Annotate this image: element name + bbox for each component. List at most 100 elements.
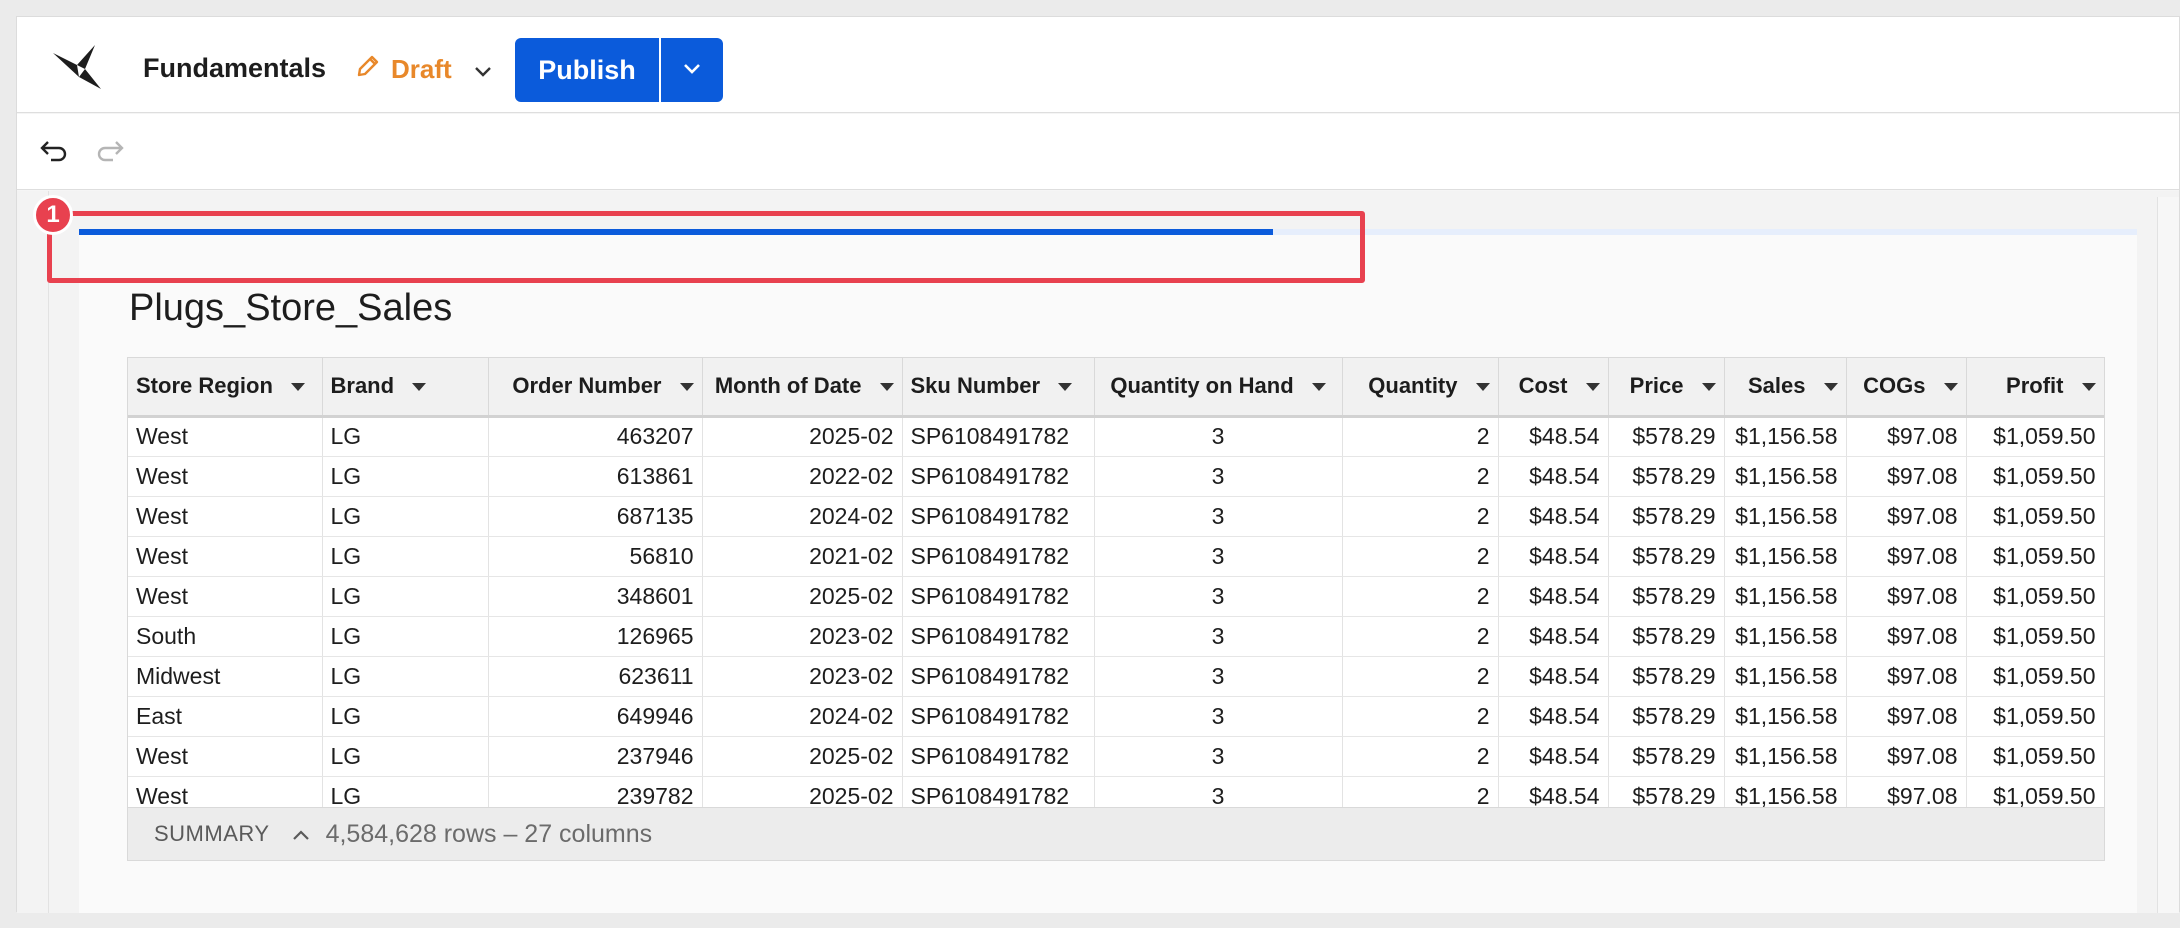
table-cell[interactable]: $1,059.50 <box>1966 416 2104 457</box>
caret-down-icon[interactable] <box>1701 383 1716 392</box>
workbook-title[interactable]: Fundamentals <box>143 53 326 84</box>
table-cell[interactable]: 126965 <box>488 616 703 657</box>
table-cell[interactable]: $1,156.58 <box>1724 736 1847 777</box>
table-cell[interactable]: LG <box>322 656 489 697</box>
table-cell[interactable]: 2 <box>1342 536 1499 577</box>
table-cell[interactable]: $1,156.58 <box>1724 656 1847 697</box>
table-cell[interactable]: LG <box>322 616 489 657</box>
table-cell[interactable]: $578.29 <box>1608 656 1725 697</box>
publish-options-button[interactable] <box>659 38 723 102</box>
table-cell[interactable]: $1,059.50 <box>1966 656 2104 697</box>
draft-status-menu[interactable]: Draft <box>355 53 492 86</box>
table-cell[interactable]: 2025-02 <box>702 416 903 457</box>
column-header[interactable]: Sku Number <box>902 358 1095 418</box>
table-cell[interactable]: LG <box>322 456 489 497</box>
table-cell[interactable]: $97.08 <box>1846 576 1967 617</box>
table-cell[interactable]: Midwest <box>128 656 323 697</box>
table-cell[interactable]: $48.54 <box>1498 616 1609 657</box>
table-cell[interactable]: 3 <box>1094 616 1343 657</box>
table-row[interactable]: West LG 237946 2025-02 SP6108491782 3 2 $48.54 $… <box>128 736 2104 777</box>
table-cell[interactable]: $578.29 <box>1608 696 1725 737</box>
table-cell[interactable]: 3 <box>1094 536 1343 577</box>
table-cell[interactable]: South <box>128 616 323 657</box>
table-cell[interactable]: 3 <box>1094 656 1343 697</box>
table-cell[interactable]: $48.54 <box>1498 416 1609 457</box>
table-cell[interactable]: SP6108491782 <box>902 616 1095 657</box>
column-header[interactable]: Brand <box>322 358 489 418</box>
caret-down-icon[interactable] <box>1943 383 1958 392</box>
table-row[interactable]: Midwest LG 623611 2023-02 SP6108491782 3 2 $48.… <box>128 656 2104 697</box>
publish-button[interactable]: Publish <box>515 38 659 102</box>
table-cell[interactable]: 2 <box>1342 416 1499 457</box>
table-cell[interactable]: $97.08 <box>1846 736 1967 777</box>
table-cell[interactable]: West <box>128 456 323 497</box>
table-cell[interactable]: 2 <box>1342 656 1499 697</box>
table-cell[interactable]: 2022-02 <box>702 456 903 497</box>
table-cell[interactable]: $1,059.50 <box>1966 456 2104 497</box>
table-cell[interactable]: $48.54 <box>1498 736 1609 777</box>
undo-icon[interactable] <box>39 138 69 169</box>
table-cell[interactable]: LG <box>322 416 489 457</box>
column-header[interactable]: Sales <box>1724 358 1847 418</box>
table-cell[interactable]: SP6108491782 <box>902 576 1095 617</box>
table-cell[interactable]: $578.29 <box>1608 616 1725 657</box>
table-cell[interactable]: 2021-02 <box>702 536 903 577</box>
table-cell[interactable]: West <box>128 576 323 617</box>
caret-down-icon[interactable] <box>412 383 427 392</box>
table-cell[interactable]: $1,156.58 <box>1724 576 1847 617</box>
table-cell[interactable]: 3 <box>1094 696 1343 737</box>
table-cell[interactable]: 2025-02 <box>702 736 903 777</box>
table-row[interactable]: West LG 56810 2021-02 SP6108491782 3 2 $48.54 $5… <box>128 536 2104 577</box>
column-header[interactable]: Quantity <box>1342 358 1499 418</box>
table-cell[interactable]: 2 <box>1342 576 1499 617</box>
table-cell[interactable]: LG <box>322 696 489 737</box>
table-cell[interactable]: $97.08 <box>1846 656 1967 697</box>
table-cell[interactable]: $578.29 <box>1608 736 1725 777</box>
table-cell[interactable]: West <box>128 416 323 457</box>
table-cell[interactable]: 2 <box>1342 456 1499 497</box>
table-row[interactable]: West LG 613861 2022-02 SP6108491782 3 2 $48.54 $… <box>128 456 2104 497</box>
table-cell[interactable]: 2 <box>1342 696 1499 737</box>
table-cell[interactable]: $48.54 <box>1498 456 1609 497</box>
vertical-scrollbar[interactable] <box>2157 197 2179 913</box>
table-cell[interactable]: LG <box>322 736 489 777</box>
table-cell[interactable]: 3 <box>1094 736 1343 777</box>
table-cell[interactable]: $97.08 <box>1846 456 1967 497</box>
column-header[interactable]: Price <box>1608 358 1725 418</box>
table-cell[interactable]: SP6108491782 <box>902 496 1095 537</box>
table-cell[interactable]: 2 <box>1342 496 1499 537</box>
table-cell[interactable]: $578.29 <box>1608 496 1725 537</box>
chevron-up-icon[interactable] <box>292 821 310 847</box>
caret-down-icon[interactable] <box>290 383 305 392</box>
table-cell[interactable]: $1,059.50 <box>1966 616 2104 657</box>
table-cell[interactable]: LG <box>322 536 489 577</box>
table-cell[interactable]: 2024-02 <box>702 696 903 737</box>
table-cell[interactable]: SP6108491782 <box>902 536 1095 577</box>
caret-down-icon[interactable] <box>1585 383 1600 392</box>
table-cell[interactable]: East <box>128 696 323 737</box>
table-cell[interactable]: 2 <box>1342 616 1499 657</box>
column-header[interactable]: Quantity on Hand <box>1094 358 1343 418</box>
caret-down-icon[interactable] <box>1311 383 1326 392</box>
column-header[interactable]: Cost <box>1498 358 1609 418</box>
table-cell[interactable]: $1,156.58 <box>1724 496 1847 537</box>
table-cell[interactable]: SP6108491782 <box>902 456 1095 497</box>
table-cell[interactable]: SP6108491782 <box>902 416 1095 457</box>
caret-down-icon[interactable] <box>1058 383 1073 392</box>
table-cell[interactable]: West <box>128 496 323 537</box>
table-cell[interactable]: 463207 <box>488 416 703 457</box>
table-cell[interactable]: West <box>128 736 323 777</box>
caret-down-icon[interactable] <box>1823 383 1838 392</box>
table-cell[interactable]: 2023-02 <box>702 616 903 657</box>
table-cell[interactable]: 687135 <box>488 496 703 537</box>
table-cell[interactable]: $48.54 <box>1498 576 1609 617</box>
table-title[interactable]: Plugs_Store_Sales <box>129 287 452 330</box>
table-cell[interactable]: $97.08 <box>1846 536 1967 577</box>
table-cell[interactable]: $48.54 <box>1498 496 1609 537</box>
table-cell[interactable]: $1,059.50 <box>1966 496 2104 537</box>
table-cell[interactable]: $578.29 <box>1608 456 1725 497</box>
table-cell[interactable]: $48.54 <box>1498 536 1609 577</box>
redo-icon[interactable] <box>95 138 125 169</box>
caret-down-icon[interactable] <box>879 383 894 392</box>
table-row[interactable]: East LG 649946 2024-02 SP6108491782 3 2 $48.54 $… <box>128 696 2104 737</box>
